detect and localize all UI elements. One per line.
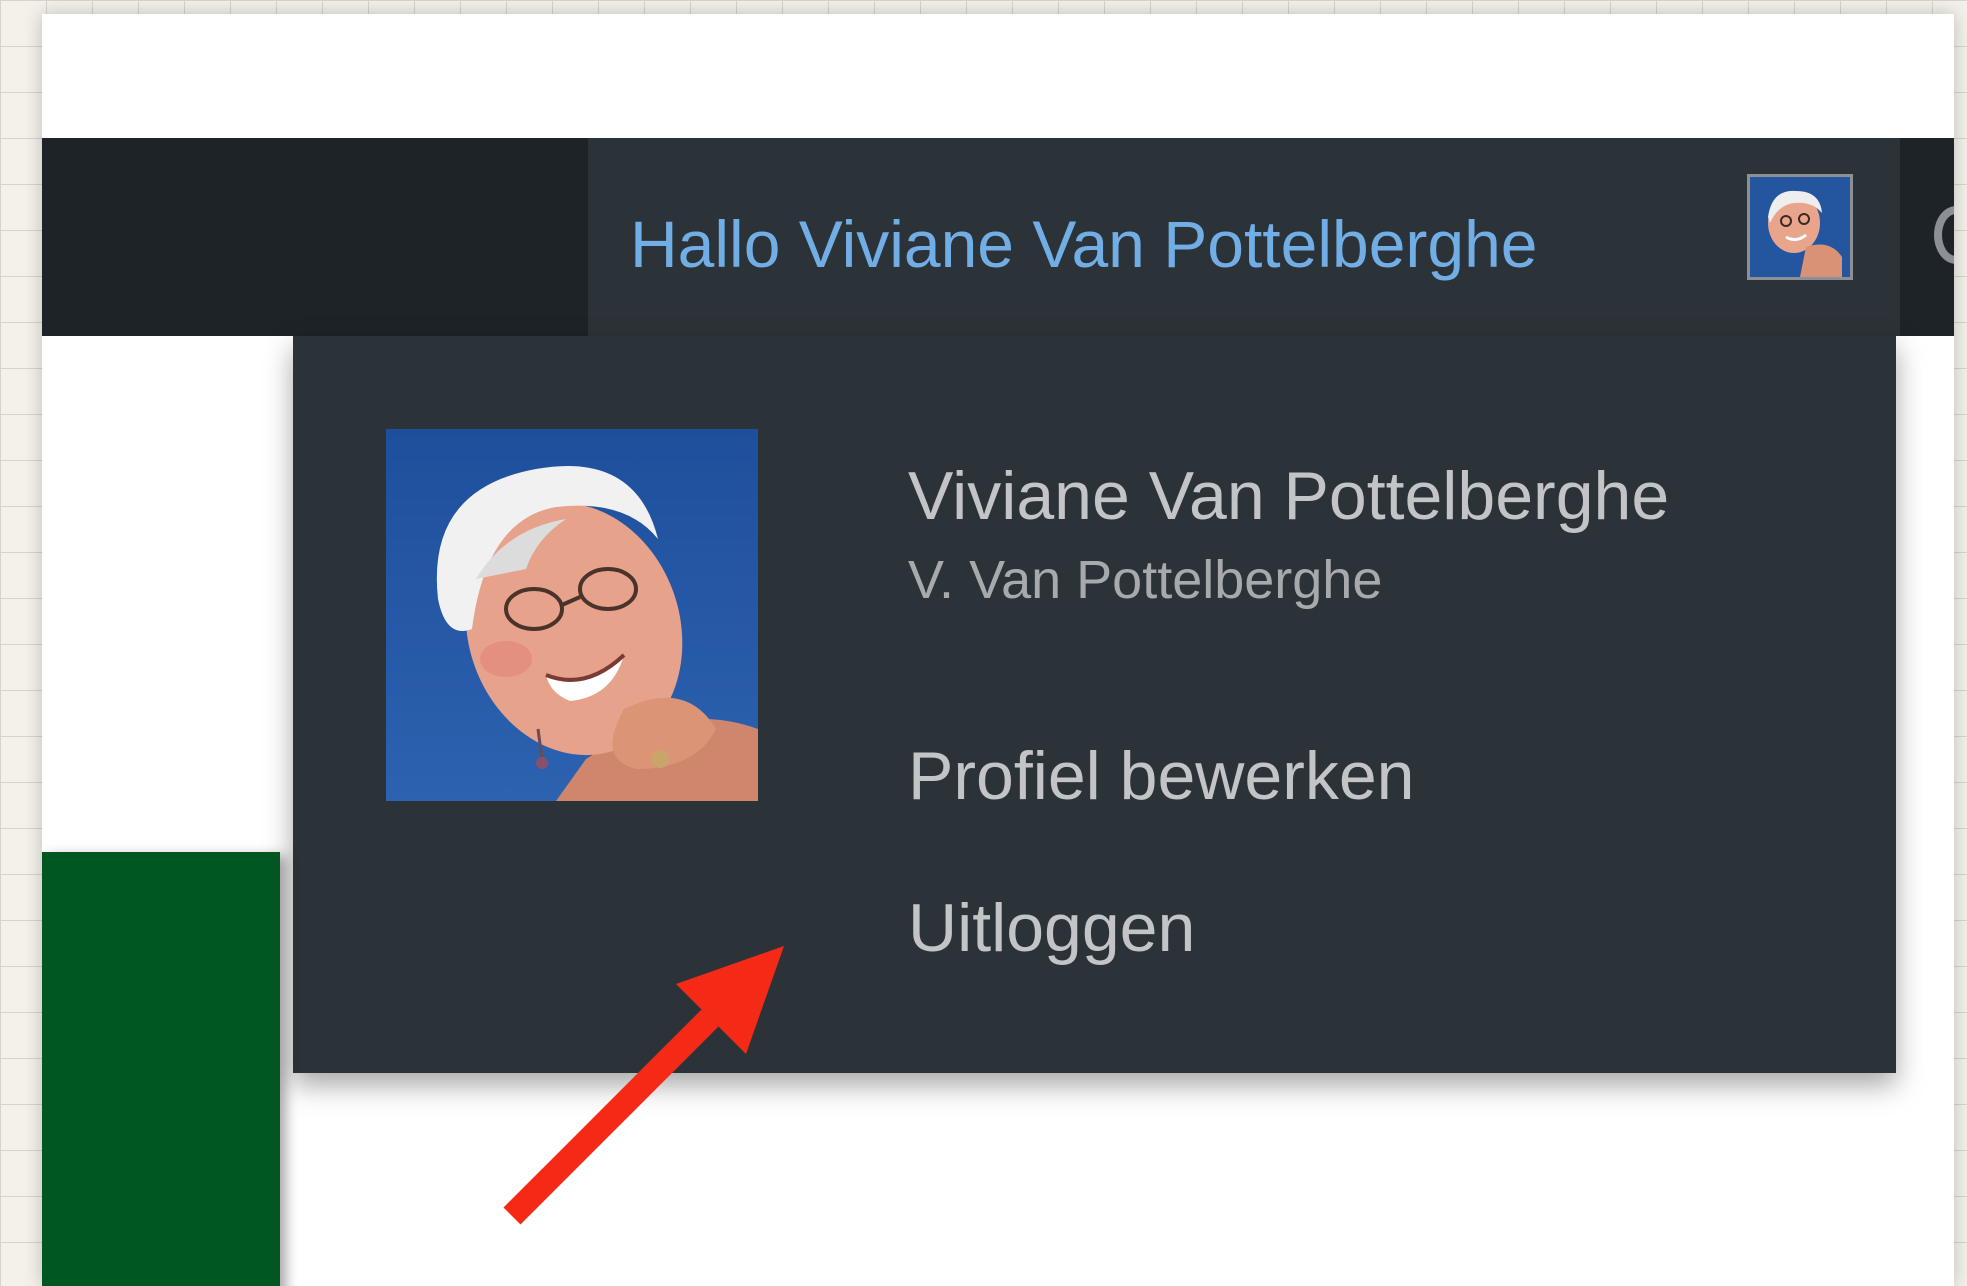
- green-panel: [42, 852, 280, 1286]
- display-name: Viviane Van Pottelberghe: [908, 458, 1670, 534]
- browser-window: Hallo Viviane Van Pottelberghe Viviane V…: [42, 14, 1954, 1286]
- avatar-small-image: [1750, 177, 1850, 277]
- avatar-large: [386, 429, 758, 801]
- logout-link[interactable]: Uitloggen: [908, 888, 1195, 968]
- avatar-large-image: [386, 429, 758, 801]
- account-dropdown: Viviane Van Pottelberghe V. Van Pottelbe…: [293, 336, 1896, 1073]
- avatar-small[interactable]: [1747, 174, 1853, 280]
- greeting-link[interactable]: Hallo Viviane Van Pottelberghe: [630, 204, 1538, 284]
- edit-profile-link[interactable]: Profiel bewerken: [908, 736, 1414, 816]
- username: V. Van Pottelberghe: [908, 550, 1383, 610]
